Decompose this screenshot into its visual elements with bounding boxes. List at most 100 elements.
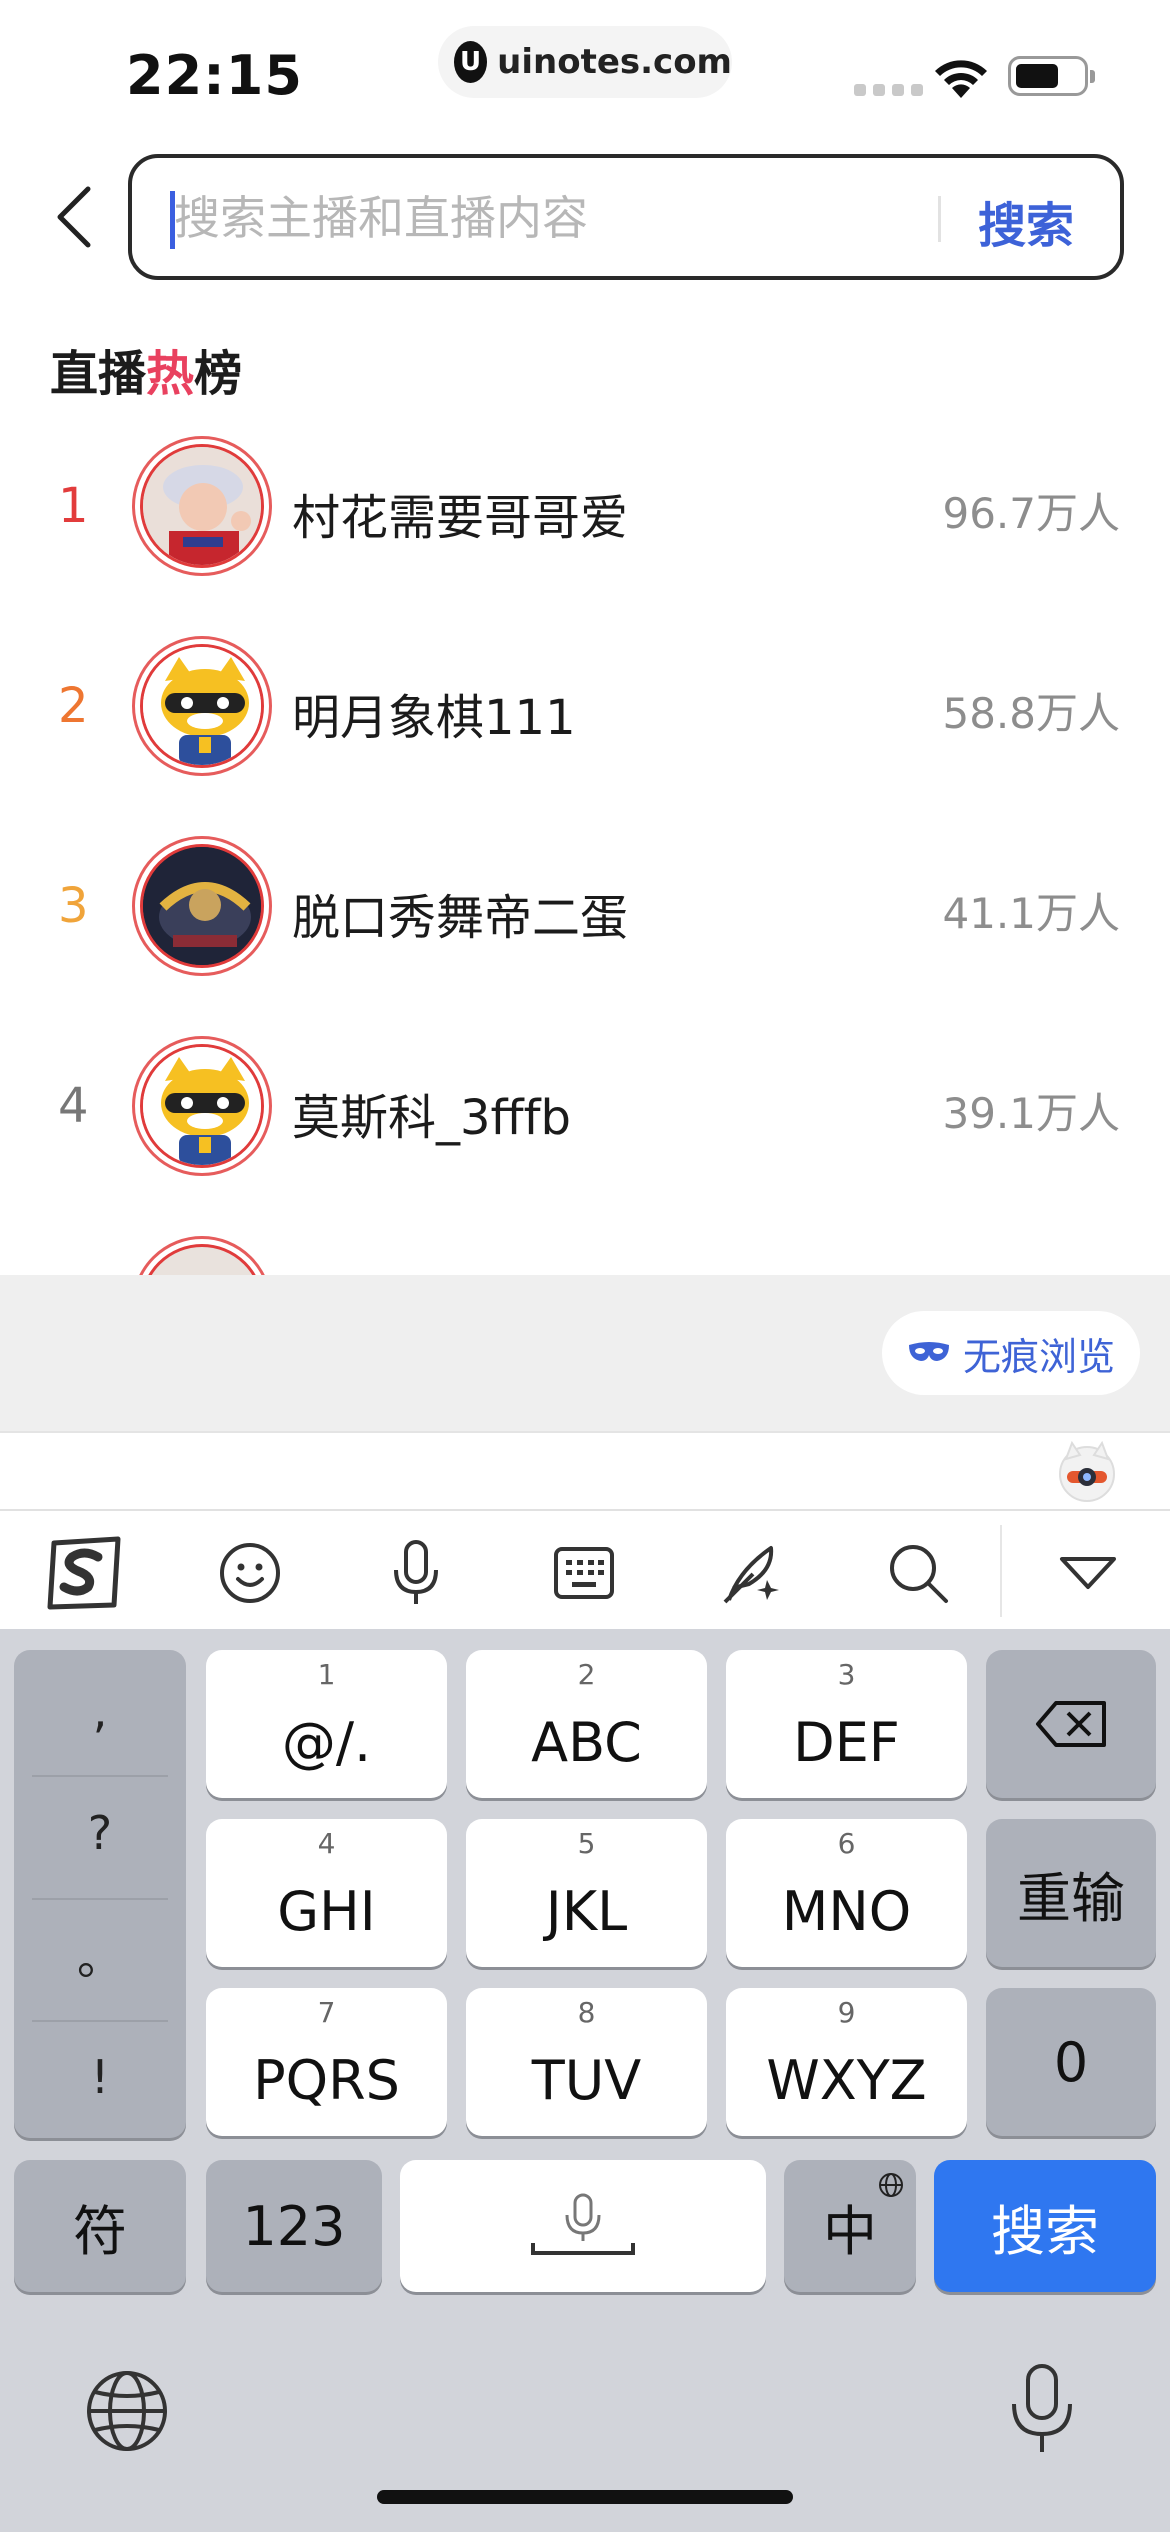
hot-list-title-hot: 热 (146, 346, 195, 402)
hot-list-item-partial (0, 1236, 1170, 1275)
keyboard-switch-button[interactable] (542, 1531, 626, 1615)
space-key[interactable] (400, 2160, 766, 2292)
key-number: 1 (317, 1658, 336, 1691)
viewer-count: 58.8万人 (942, 689, 1120, 738)
rank-number: 1 (58, 478, 89, 534)
key-label: MNO (781, 1879, 912, 1943)
key-5[interactable]: 5 JKL (466, 1819, 707, 1967)
search-button[interactable]: 搜索 (978, 186, 1074, 256)
status-time: 22:15 (126, 44, 303, 107)
keyboard-icon (554, 1547, 614, 1599)
punctuation-column[interactable]: , ? 。 ! (14, 1650, 186, 2138)
key-9[interactable]: 9 WXYZ (726, 1988, 967, 2136)
hot-list-item[interactable]: 2 明月象棋111 58.8万人 (0, 636, 1170, 786)
avatar[interactable] (132, 436, 272, 576)
backspace-key[interactable] (986, 1650, 1156, 1798)
search-icon (890, 1545, 948, 1603)
streamer-name: 村花需要哥哥爱 (292, 490, 629, 546)
hide-keyboard-button[interactable] (1046, 1531, 1130, 1615)
key-number: 5 (577, 1827, 596, 1860)
handwriting-button[interactable] (710, 1531, 794, 1615)
raccoon-mascot-icon (143, 1047, 261, 1165)
key-label: WXYZ (766, 2048, 927, 2112)
globe-small-icon (879, 2173, 903, 2197)
key-number: 9 (837, 1996, 856, 2029)
key-label: ABC (531, 1710, 642, 1774)
voice-input-button[interactable] (374, 1531, 458, 1615)
emoji-button[interactable] (208, 1531, 292, 1615)
globe-icon (87, 2371, 167, 2451)
hot-list-item[interactable]: 3 脱口秀舞帝二蛋 41.1万人 (0, 836, 1170, 986)
key-number: 8 (577, 1996, 596, 2029)
candidate-bar (0, 1431, 1170, 1509)
key-0[interactable]: 0 (986, 1988, 1156, 2136)
key-8[interactable]: 8 TUV (466, 1988, 707, 2136)
microphone-icon (394, 1540, 438, 1604)
chevron-left-icon (57, 186, 91, 248)
nine-key-keyboard: , ? 。 ! 1 @/. 2 ABC 3 DEF 4 GHI 5 JKL 6 … (0, 1629, 1170, 2532)
numbers-key[interactable]: 123 (206, 2160, 382, 2292)
smiley-icon (220, 1543, 280, 1603)
search-input[interactable] (174, 178, 934, 258)
microphone-icon (1012, 2364, 1072, 2452)
backspace-icon (1036, 1701, 1106, 1747)
punct-exclaim-key[interactable]: ! (14, 2016, 186, 2138)
avatar-photo (143, 447, 261, 565)
key-label: GHI (277, 1879, 376, 1943)
rank-number: 4 (58, 1078, 89, 1134)
search-enter-key[interactable]: 搜索 (934, 2160, 1156, 2292)
back-button[interactable] (44, 172, 104, 262)
dictation-button[interactable] (1002, 2360, 1082, 2460)
avatar-photo (143, 847, 261, 965)
cellular-signal-icon (854, 84, 923, 96)
key-6[interactable]: 6 MNO (726, 1819, 967, 1967)
avatar (132, 1236, 272, 1275)
punct-period-key[interactable]: 。 (14, 1894, 186, 2016)
language-switch-key[interactable]: 中 (784, 2160, 916, 2292)
punct-question-key[interactable]: ? (14, 1772, 186, 1894)
search-tool-button[interactable] (876, 1531, 960, 1615)
raccoon-mascot-icon (143, 647, 261, 765)
key-number: 4 (317, 1827, 336, 1860)
avatar[interactable] (132, 1036, 272, 1176)
key-label: JKL (545, 1879, 628, 1943)
key-4[interactable]: 4 GHI (206, 1819, 447, 1967)
incognito-browse-button[interactable]: 无痕浏览 (882, 1311, 1140, 1395)
key-3[interactable]: 3 DEF (726, 1650, 967, 1798)
key-number: 2 (577, 1658, 596, 1691)
key-number: 3 (837, 1658, 856, 1691)
hot-list-item[interactable]: 4 莫斯科_3fffb 39.1万人 (0, 1036, 1170, 1186)
hot-list-item[interactable]: 1 村花需要哥哥爱 96.7万人 (0, 436, 1170, 586)
viewer-count: 96.7万人 (942, 489, 1120, 538)
key-label: PQRS (253, 2048, 400, 2112)
key-number: 6 (837, 1827, 856, 1860)
retype-key[interactable]: 重输 (986, 1819, 1156, 1967)
key-label: TUV (531, 2048, 642, 2112)
key-label: DEF (793, 1710, 900, 1774)
incognito-bar: 无痕浏览 (0, 1275, 1170, 1431)
wifi-icon (935, 60, 987, 98)
feather-pen-icon (723, 1546, 779, 1604)
avatar[interactable] (132, 836, 272, 976)
mask-icon (908, 1342, 949, 1361)
watermark: U uinotes.com (438, 26, 732, 98)
sogou-mascot-icon[interactable] (1056, 1441, 1118, 1503)
incognito-label: 无痕浏览 (962, 1334, 1115, 1379)
battery-icon (1008, 56, 1095, 96)
globe-button[interactable] (82, 2366, 172, 2456)
key-2[interactable]: 2 ABC (466, 1650, 707, 1798)
key-1[interactable]: 1 @/. (206, 1650, 447, 1798)
home-indicator[interactable] (377, 2490, 793, 2504)
symbol-key[interactable]: 符 (14, 2160, 186, 2292)
streamer-name: 明月象棋111 (292, 690, 576, 746)
watermark-logo-icon: U (454, 41, 488, 83)
sogou-logo-button[interactable] (42, 1531, 126, 1615)
search-box[interactable]: 搜索 (128, 154, 1124, 280)
streamer-name: 莫斯科_3fffb (292, 1090, 571, 1146)
punct-comma-key[interactable]: , (14, 1650, 186, 1772)
key-label: @/. (281, 1710, 372, 1774)
hot-list-title-part1: 直播 (50, 346, 147, 402)
key-7[interactable]: 7 PQRS (206, 1988, 447, 2136)
avatar[interactable] (132, 636, 272, 776)
search-divider (938, 196, 941, 242)
